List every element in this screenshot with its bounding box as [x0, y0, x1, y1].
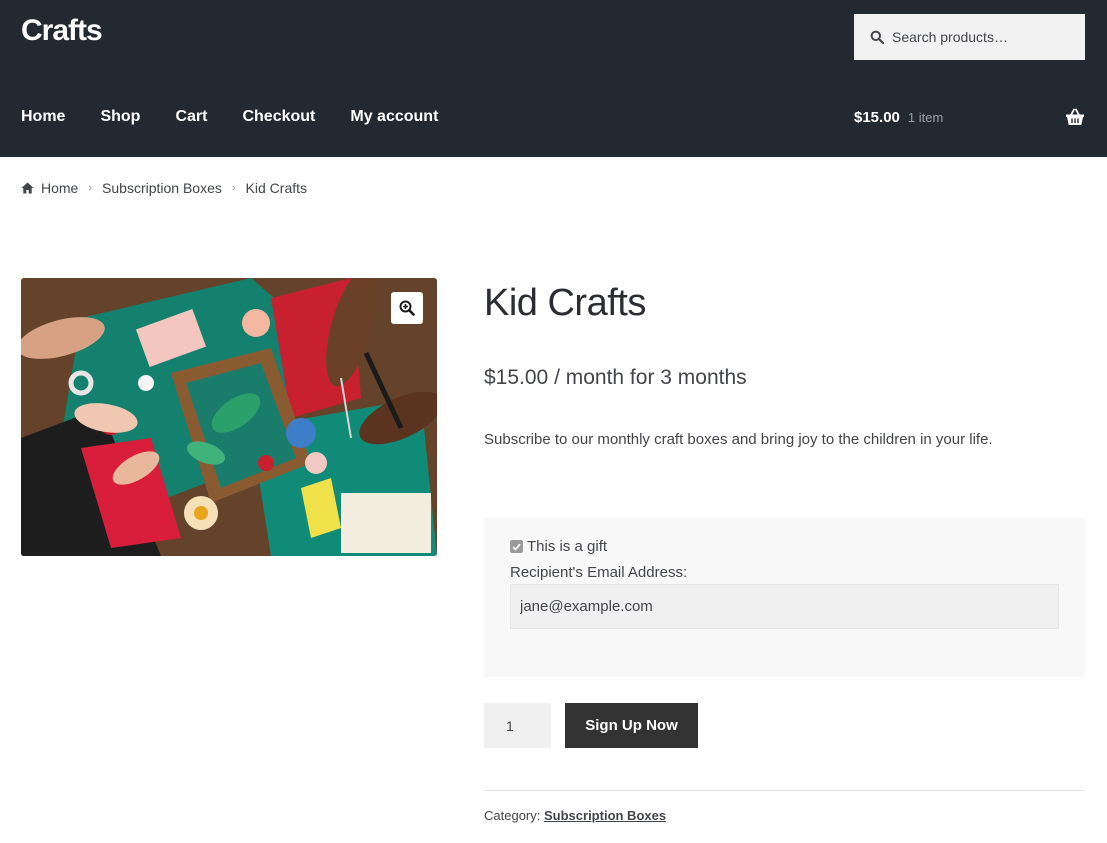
product-gallery: [21, 278, 437, 556]
site-header: Crafts Home Shop Cart Checkout My accoun…: [0, 0, 1107, 157]
category-label: Category:: [484, 808, 541, 823]
breadcrumb: Home › Subscription Boxes › Kid Crafts: [21, 180, 307, 196]
sign-up-now-button[interactable]: Sign Up Now: [565, 703, 698, 748]
meta-divider: [484, 790, 1085, 791]
basket-icon: [1066, 108, 1084, 125]
nav-item-checkout[interactable]: Checkout: [242, 108, 315, 126]
home-icon: [21, 182, 34, 194]
nav-item-my-account[interactable]: My account: [350, 108, 438, 126]
gift-checkbox-row[interactable]: This is a gift: [510, 538, 607, 555]
category-link[interactable]: Subscription Boxes: [544, 808, 666, 823]
gift-checkbox-label: This is a gift: [527, 538, 608, 555]
breadcrumb-current: Kid Crafts: [245, 180, 308, 196]
zoom-button[interactable]: [391, 292, 423, 324]
product-price: $15.00 / month for 3 months: [484, 366, 747, 389]
product-description: Subscribe to our monthly craft boxes and…: [484, 431, 993, 448]
nav-item-home[interactable]: Home: [21, 108, 65, 126]
site-title[interactable]: Crafts: [21, 14, 103, 48]
cart-count: 1 item: [907, 109, 944, 125]
checkmark-icon: [512, 543, 521, 551]
product-meta: Category: Subscription Boxes: [484, 808, 666, 823]
recipient-email-label: Recipient's Email Address:: [510, 564, 688, 581]
breadcrumb-separator-icon: ›: [231, 182, 236, 194]
search-input[interactable]: [892, 29, 1072, 45]
breadcrumb-subscription-boxes[interactable]: Subscription Boxes: [102, 180, 222, 196]
nav-item-cart[interactable]: Cart: [175, 108, 207, 126]
quantity-input[interactable]: [484, 703, 551, 748]
primary-nav: Home Shop Cart Checkout My account: [21, 108, 438, 126]
recipient-email-input[interactable]: [510, 584, 1059, 629]
zoom-in-icon: [399, 300, 415, 316]
product-title: Kid Crafts: [484, 282, 646, 324]
cart-amount: $15.00: [854, 108, 900, 126]
gift-checkbox[interactable]: [510, 540, 523, 553]
gift-options-panel: This is a gift Recipient's Email Address…: [484, 518, 1085, 677]
breadcrumb-home[interactable]: Home: [41, 180, 78, 196]
search-box[interactable]: [854, 14, 1085, 60]
product-image[interactable]: [21, 278, 437, 556]
search-icon: [870, 30, 884, 44]
nav-item-shop[interactable]: Shop: [100, 108, 140, 126]
breadcrumb-separator-icon: ›: [88, 182, 93, 194]
header-cart-link[interactable]: $15.00 1 item: [854, 108, 1085, 126]
